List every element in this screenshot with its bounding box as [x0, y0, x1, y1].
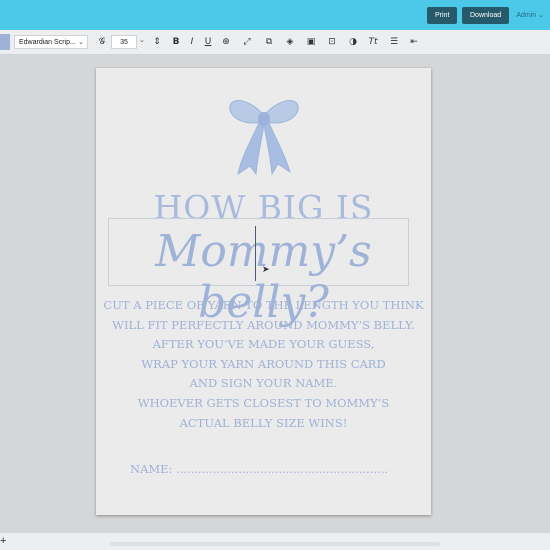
top-bar: Print Download Admin ⌄: [0, 0, 550, 30]
layers-icon[interactable]: ◈: [284, 36, 296, 48]
horizontal-scrollbar[interactable]: [110, 542, 440, 546]
duplicate-icon[interactable]: ⧉: [263, 36, 275, 48]
instruction-line: AND SIGN YOUR NAME.: [189, 376, 338, 391]
admin-menu[interactable]: Admin ⌄: [516, 11, 544, 19]
bow-icon: [229, 100, 299, 176]
instruction-line: WRAP YOUR YARN AROUND THIS CARD: [141, 356, 386, 371]
text-style-icon[interactable]: Tt: [367, 36, 379, 48]
font-size-input[interactable]: 35: [111, 35, 137, 49]
text-caret: [255, 226, 256, 281]
italic-icon[interactable]: I: [186, 36, 198, 48]
name-field: NAME: ..................................…: [130, 462, 389, 476]
underline-icon[interactable]: U: [202, 36, 214, 48]
game-card[interactable]: HOW BIG IS Mommy’s belly? ➤ CUT A PIECE …: [96, 68, 431, 515]
color-swatch[interactable]: [0, 34, 10, 50]
instruction-line: CUT A PIECE OF YARN TO THE LENGTH YOU TH…: [103, 298, 424, 312]
font-family-select[interactable]: Edwardian Scrip... ⌄: [14, 35, 88, 49]
chevron-down-icon[interactable]: ⌄: [139, 36, 145, 44]
font-family-value: Edwardian Scrip...: [19, 39, 76, 46]
mouse-cursor-icon: ➤: [262, 264, 270, 274]
add-page-button[interactable]: +: [0, 533, 6, 550]
resize-icon[interactable]: ⤢: [241, 36, 253, 48]
lock-icon[interactable]: ▣: [305, 36, 317, 48]
color-icon[interactable]: ◑: [347, 36, 359, 48]
text-height-icon[interactable]: ⇕: [151, 36, 163, 48]
lock-alt-icon[interactable]: ⊡: [326, 36, 338, 48]
instruction-line: WILL FIT PERFECTLY AROUND MOMMY’S BELLY.: [112, 317, 415, 332]
instructions-text: CUT A PIECE OF YARN TO THE LENGTH YOU TH…: [96, 296, 431, 433]
font-style-icon[interactable]: 𝒢: [96, 36, 108, 48]
instruction-line: AFTER YOU’VE MADE YOUR GUESS,: [152, 337, 375, 352]
strikethrough-icon[interactable]: ⊕: [220, 36, 232, 48]
print-button[interactable]: Print: [427, 7, 458, 24]
instruction-line: ACTUAL BELLY SIZE WINS!: [179, 415, 348, 430]
bottom-bar: +: [0, 533, 550, 550]
bold-icon[interactable]: B: [170, 36, 182, 48]
text-toolbar: Edwardian Scrip... ⌄ 𝒢 35 ⌄ ⇕ B I U ⊕ ⤢ …: [0, 30, 550, 55]
align-icon[interactable]: ⇤: [408, 36, 420, 48]
chevron-down-icon: ⌄: [78, 39, 84, 46]
instruction-line: WHOEVER GETS CLOSEST TO MOMMY’S: [137, 395, 390, 410]
line-spacing-icon[interactable]: ☰: [388, 36, 400, 48]
download-button[interactable]: Download: [462, 7, 510, 24]
